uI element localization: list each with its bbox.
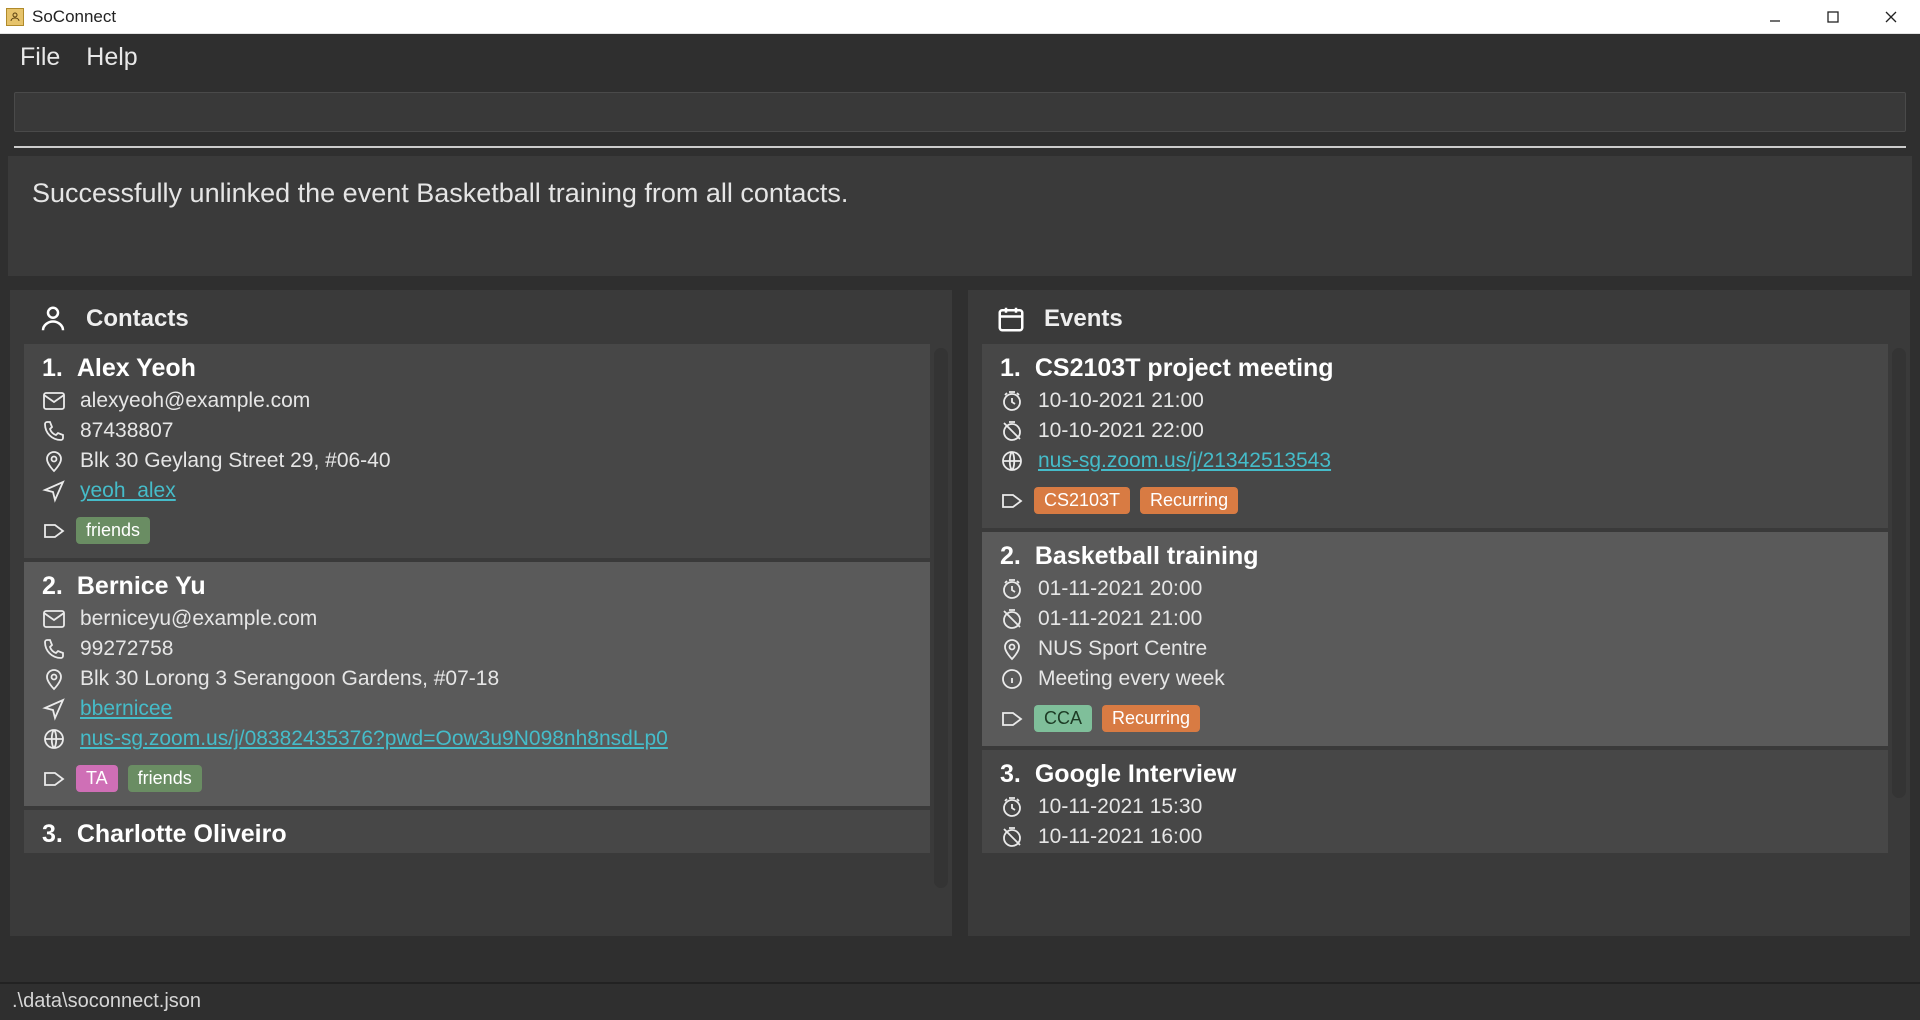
contact-name: Charlotte Oliveiro xyxy=(77,820,287,849)
tag: friends xyxy=(128,765,202,792)
command-input[interactable] xyxy=(14,92,1906,132)
event-card[interactable]: 3. Google Interview 10-11-2021 15:30 10-… xyxy=(982,750,1888,853)
event-start: 01-11-2021 20:00 xyxy=(1038,577,1202,601)
contact-telegram[interactable]: yeoh_alex xyxy=(80,479,176,503)
pin-icon xyxy=(1000,637,1024,661)
mail-icon xyxy=(42,389,66,413)
window-title: SoConnect xyxy=(32,7,116,27)
event-end: 01-11-2021 21:00 xyxy=(1038,607,1202,631)
mail-icon xyxy=(42,607,66,631)
tag-icon xyxy=(42,519,66,543)
contact-card[interactable]: 3. Charlotte Oliveiro xyxy=(24,810,930,853)
event-link[interactable]: nus-sg.zoom.us/j/21342513543 xyxy=(1038,449,1331,473)
event-card[interactable]: 2. Basketball training 01-11-2021 20:00 … xyxy=(982,532,1888,746)
contact-index: 2. xyxy=(42,572,63,601)
divider xyxy=(14,146,1906,148)
event-start: 10-10-2021 21:00 xyxy=(1038,389,1204,413)
clock-end-icon xyxy=(1000,419,1024,443)
event-name: Basketball training xyxy=(1035,542,1259,571)
telegram-icon xyxy=(42,479,66,503)
contact-address: Blk 30 Geylang Street 29, #06-40 xyxy=(80,449,391,473)
globe-icon xyxy=(42,727,66,751)
contacts-panel: Contacts 1. Alex Yeoh alexyeoh@example.c… xyxy=(10,290,952,936)
clock-end-icon xyxy=(1000,825,1024,849)
tag: CS2103T xyxy=(1034,487,1130,514)
event-start: 10-11-2021 15:30 xyxy=(1038,795,1202,819)
event-end: 10-11-2021 16:00 xyxy=(1038,825,1202,849)
contact-card[interactable]: 1. Alex Yeoh alexyeoh@example.com 874388… xyxy=(24,344,930,558)
footer-path: .\data\soconnect.json xyxy=(0,982,1920,1020)
contact-card[interactable]: 2. Bernice Yu berniceyu@example.com 9927… xyxy=(24,562,930,806)
event-index: 2. xyxy=(1000,542,1021,571)
clock-start-icon xyxy=(1000,389,1024,413)
clock-start-icon xyxy=(1000,577,1024,601)
event-end: 10-10-2021 22:00 xyxy=(1038,419,1204,443)
pin-icon xyxy=(42,667,66,691)
contact-email: alexyeoh@example.com xyxy=(80,389,310,413)
menu-help[interactable]: Help xyxy=(86,43,137,72)
contact-email: berniceyu@example.com xyxy=(80,607,317,631)
calendar-icon xyxy=(996,304,1026,334)
contact-index: 1. xyxy=(42,354,63,383)
contacts-header: Contacts xyxy=(86,305,189,333)
event-note: Meeting every week xyxy=(1038,667,1225,691)
contact-name: Alex Yeoh xyxy=(77,354,196,383)
tag-icon xyxy=(42,767,66,791)
window-maximize-button[interactable] xyxy=(1804,0,1862,34)
event-index: 1. xyxy=(1000,354,1021,383)
events-panel: Events 1. CS2103T project meeting 10-10-… xyxy=(968,290,1910,936)
telegram-icon xyxy=(42,697,66,721)
scrollbar[interactable] xyxy=(1892,348,1906,798)
event-index: 3. xyxy=(1000,760,1021,789)
tag: friends xyxy=(76,517,150,544)
status-message: Successfully unlinked the event Basketba… xyxy=(8,156,1912,276)
contact-name: Bernice Yu xyxy=(77,572,206,601)
tag: Recurring xyxy=(1102,705,1200,732)
window-titlebar: SoConnect xyxy=(0,0,1920,34)
contact-zoom[interactable]: nus-sg.zoom.us/j/08382435376?pwd=Oow3u9N… xyxy=(80,727,668,751)
tag-icon xyxy=(1000,707,1024,731)
clock-start-icon xyxy=(1000,795,1024,819)
scrollbar[interactable] xyxy=(934,348,948,888)
window-close-button[interactable] xyxy=(1862,0,1920,34)
contact-address: Blk 30 Lorong 3 Serangoon Gardens, #07-1… xyxy=(80,667,499,691)
tag-icon xyxy=(1000,489,1024,513)
app-icon xyxy=(6,8,24,26)
contact-telegram[interactable]: bbernicee xyxy=(80,697,172,721)
event-name: Google Interview xyxy=(1035,760,1236,789)
event-card[interactable]: 1. CS2103T project meeting 10-10-2021 21… xyxy=(982,344,1888,528)
tag: CCA xyxy=(1034,705,1092,732)
tag: Recurring xyxy=(1140,487,1238,514)
event-name: CS2103T project meeting xyxy=(1035,354,1334,383)
window-minimize-button[interactable] xyxy=(1746,0,1804,34)
contact-index: 3. xyxy=(42,820,63,849)
clock-end-icon xyxy=(1000,607,1024,631)
contact-phone: 87438807 xyxy=(80,419,173,443)
globe-icon xyxy=(1000,449,1024,473)
events-header: Events xyxy=(1044,305,1123,333)
phone-icon xyxy=(42,419,66,443)
tag: TA xyxy=(76,765,118,792)
info-icon xyxy=(1000,667,1024,691)
menu-file[interactable]: File xyxy=(20,43,60,72)
pin-icon xyxy=(42,449,66,473)
person-icon xyxy=(38,304,68,334)
phone-icon xyxy=(42,637,66,661)
contact-phone: 99272758 xyxy=(80,637,173,661)
menu-bar: File Help xyxy=(0,34,1920,82)
event-location: NUS Sport Centre xyxy=(1038,637,1207,661)
